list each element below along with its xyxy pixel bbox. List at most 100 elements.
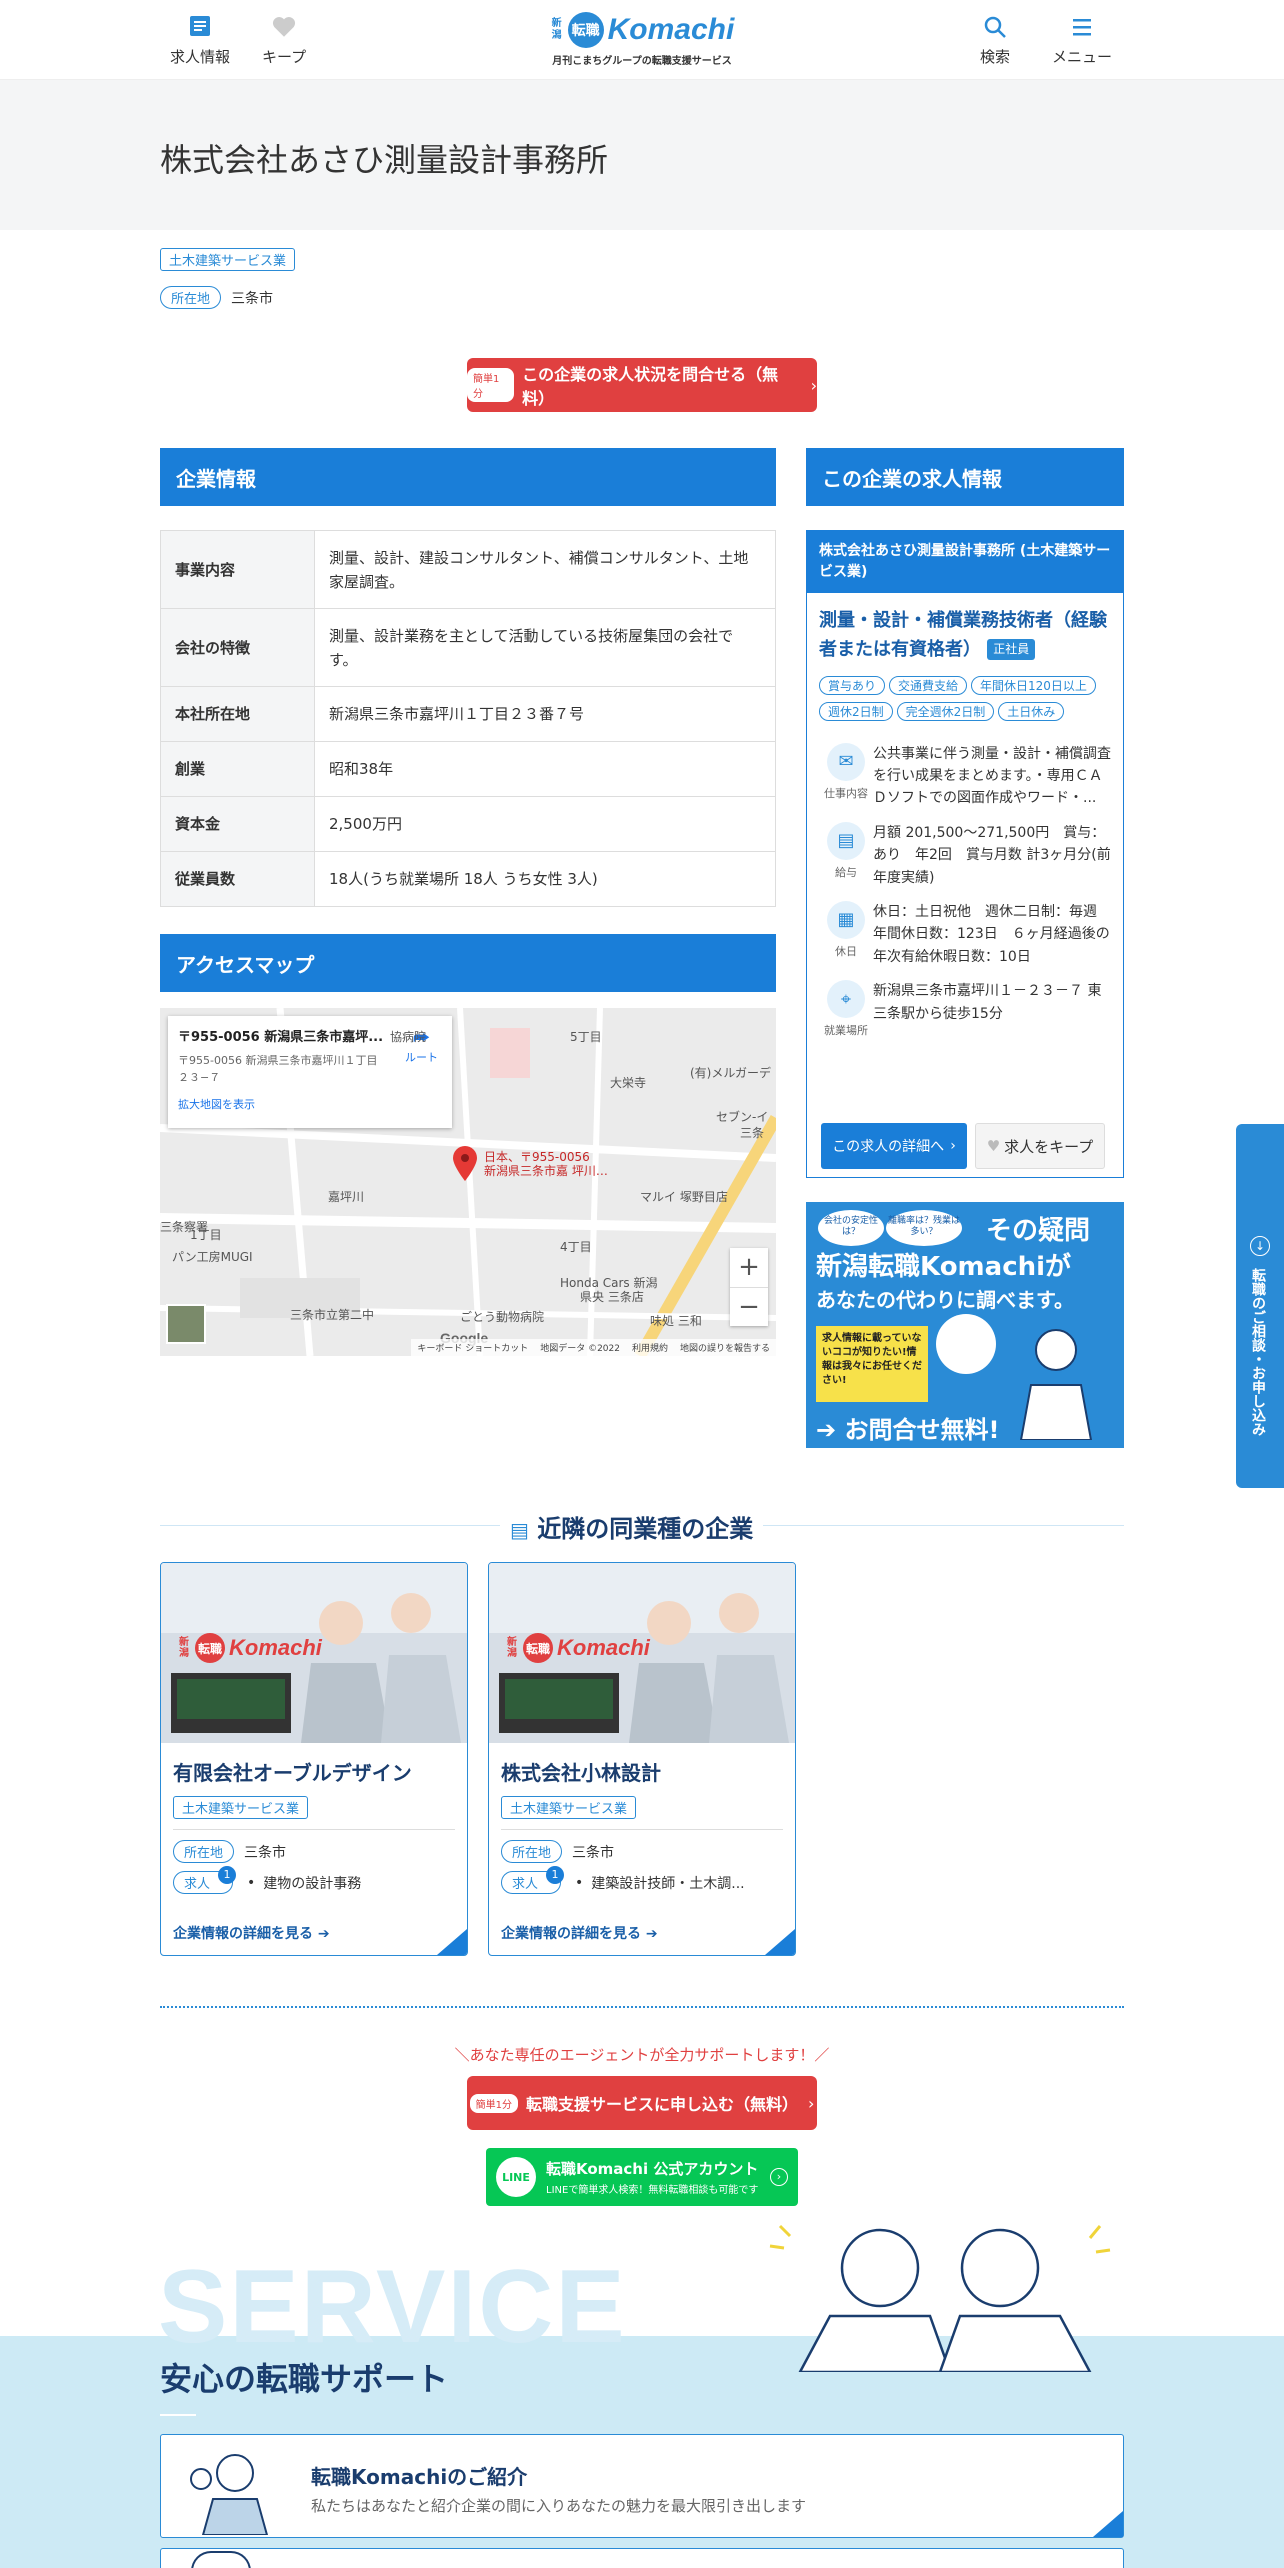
nearby-industry-tag[interactable]: 土木建築サービス業 bbox=[173, 1796, 309, 1819]
nearby-location: 所在地 三条市 bbox=[489, 1836, 795, 1867]
map-pin-icon[interactable] bbox=[452, 1146, 478, 1186]
menu-nav-button[interactable]: メニュー bbox=[1052, 14, 1112, 67]
job-card[interactable]: 株式会社あさひ測量設計事務所 (土木建築サービス業) 測量・設計・補償業務技術者… bbox=[806, 530, 1124, 1178]
map-footer-link[interactable]: キーボード ショートカット bbox=[417, 1341, 528, 1354]
info-value: 新潟県三条市嘉坪川１丁目２３番７号 bbox=[314, 686, 776, 742]
nearby-company-name: 有限会社オーブルデザイン bbox=[173, 1761, 412, 1785]
bullet: • bbox=[247, 1874, 256, 1891]
logo-circle: 転職 bbox=[567, 12, 604, 48]
access-map[interactable]: 〒955-0056 新潟県三条市嘉坪... 〒955-0056 新潟県三条市嘉坪… bbox=[160, 1008, 776, 1356]
job-detail-text: 休日：土日祝他 週休二日制：毎週 年間休日数：123日 ６ヶ月経過後の年次有給休… bbox=[873, 903, 1111, 965]
banner-line-3: あなたの代わりに調べます。 bbox=[816, 1288, 1074, 1312]
job-details: ✉ 仕事内容 公共事業に伴う測量・設計・補償調査を行い成果をまとめます。・専用ＣＡＤ… bbox=[807, 737, 1123, 1045]
map-footer-link[interactable]: 地図データ ©2022 bbox=[540, 1341, 620, 1354]
job-detail-icon-wrap: ⌖ 就業場所 bbox=[819, 980, 873, 1038]
job-detail-button[interactable]: この求人の詳細へ › bbox=[821, 1123, 967, 1169]
jobs-nav-button[interactable]: 求人情報 bbox=[170, 14, 230, 67]
map-place-label: 三条市立第二中 bbox=[290, 1308, 375, 1322]
job-feature-tag: 週休2日制 bbox=[819, 701, 893, 721]
overlay-logo-main: Komachi bbox=[557, 1635, 650, 1660]
arrow-circle-icon: ➔ bbox=[816, 1416, 837, 1444]
info-value: 昭和38年 bbox=[314, 741, 776, 797]
map-zoom-controls: + − bbox=[730, 1248, 768, 1326]
nearby-job-label: 求人 bbox=[184, 1877, 211, 1892]
job-detail-text: 新潟県三条市嘉坪川１－２３－７ 東三条駅から徒歩15分 bbox=[873, 983, 1102, 1022]
line-account-button[interactable]: LINE 転職Komachi 公式アカウント LINEで簡単求人検索！無料転職相… bbox=[486, 2148, 798, 2206]
money-icon: ▤ bbox=[827, 821, 865, 860]
banner-illustration bbox=[936, 1314, 996, 1374]
map-pin-label-2: 新潟県三条市嘉 坪川… bbox=[484, 1164, 608, 1179]
nearby-company-card[interactable]: 新潟 転職 Komachi 株式会社小林設計 土木建築サービス業 所在地 三条市 求人 1 • 建築… bbox=[488, 1562, 796, 1956]
overlay-logo-main: Komachi bbox=[229, 1635, 322, 1660]
banner-cta[interactable]: ➔ お問合せ無料! bbox=[816, 1410, 999, 1445]
cta-small-badge: 簡単1分 bbox=[467, 368, 515, 402]
logo-tagline: 月刊こまちグループの転職支援サービス bbox=[552, 56, 732, 67]
nearby-location-value: 三条市 bbox=[572, 1844, 615, 1861]
consultation-side-tab[interactable]: ↓ 転職のご相談・お申し込み bbox=[1236, 1124, 1284, 1488]
industry-tag[interactable]: 土木建築サービス業 bbox=[160, 248, 296, 271]
nearby-location-label: 所在地 bbox=[501, 1840, 563, 1863]
job-count-badge: 1 bbox=[218, 1866, 237, 1884]
line-icon: LINE bbox=[496, 2157, 536, 2197]
company-photo: 新潟 転職 Komachi bbox=[489, 1563, 795, 1743]
overlay-logo: 新潟 転職 Komachi bbox=[507, 1633, 650, 1663]
corner-arrow-icon bbox=[437, 1929, 467, 1955]
service-item-title: 転職Komachiのご紹介 bbox=[311, 2465, 528, 2489]
inquiry-banner[interactable]: 会社の安定性は？ 離職率は？残業は多い？ その疑問 新潟転職Komachiが あ… bbox=[806, 1202, 1124, 1448]
keep-job-button[interactable]: ♥ 求人をキープ bbox=[975, 1123, 1105, 1169]
job-detail-row: ⌖ 就業場所 新潟県三条市嘉坪川１－２３－７ 東三条駅から徒歩15分 bbox=[807, 974, 1123, 1044]
access-map-heading: アクセスマップ bbox=[160, 934, 776, 992]
corner-arrow-icon bbox=[765, 1929, 795, 1955]
company-name: 株式会社あさひ測量設計事務所 bbox=[160, 141, 609, 179]
keep-nav-button[interactable]: キープ bbox=[262, 14, 306, 67]
enlarge-map-link[interactable]: 拡大地図を表示 bbox=[178, 1096, 442, 1112]
banner-line-2: 新潟転職Komachiが bbox=[816, 1252, 1072, 1282]
info-key: 資本金 bbox=[160, 796, 315, 852]
service-item-intro[interactable]: 転職Komachiのご紹介 私たちはあなたと紹介企業の間に入りあなたの魅力を最大… bbox=[160, 2434, 1124, 2538]
building-icon: ▤ bbox=[510, 1518, 529, 1542]
map-pin-label-1: 日本、〒955-0056 bbox=[484, 1150, 590, 1164]
chevron-right-icon: › bbox=[950, 1138, 956, 1154]
map-place-label: (有)メルガーデ bbox=[690, 1066, 772, 1080]
map-footer-link[interactable]: 地図の誤りを報告する bbox=[680, 1341, 770, 1354]
job-detail-button-label: この求人の詳細へ bbox=[832, 1139, 945, 1155]
satellite-toggle[interactable] bbox=[166, 1304, 206, 1344]
apply-support-button[interactable]: 簡単1分 転職支援サービスに申し込む（無料） › bbox=[467, 2076, 817, 2130]
company-info-row: 創業 昭和38年 bbox=[160, 741, 776, 797]
company-info-row: 従業員数 18人(うち就業場所 18人 うち女性 3人) bbox=[160, 851, 776, 907]
cta-label: この企業の求人状況を問合せる（無料） bbox=[522, 365, 779, 408]
menu-icon bbox=[1073, 19, 1091, 36]
nearby-heading: ▤ 近隣の同業種の企業 bbox=[500, 1509, 764, 1544]
service-item-desc: 私たちはあなたと紹介企業の間に入りあなたの魅力を最大限引き出します bbox=[311, 2497, 807, 2515]
service-item-next[interactable] bbox=[160, 2548, 1124, 2568]
site-logo[interactable]: 新潟 転職 Komachi 月刊こまちグループの転職支援サービス bbox=[540, 12, 744, 72]
search-nav-button[interactable]: 検索 bbox=[980, 14, 1010, 67]
job-title[interactable]: 測量・設計・補償業務技術者（経験者または有資格者） 正社員 bbox=[807, 593, 1123, 671]
job-card-company: 株式会社あさひ測量設計事務所 (土木建築サービス業) bbox=[807, 531, 1123, 593]
info-key: 事業内容 bbox=[160, 530, 315, 609]
nearby-job-title[interactable]: 建築設計技師・土木調... bbox=[591, 1873, 744, 1893]
company-location: 所在地 三条市 bbox=[160, 286, 273, 309]
nearby-detail-link[interactable]: 企業情報の詳細を見る ➔ bbox=[173, 1923, 330, 1943]
overlay-logo: 新潟 転職 Komachi bbox=[179, 1633, 322, 1663]
map-footer-link[interactable]: 利用規約 bbox=[632, 1341, 668, 1354]
corner-arrow-icon bbox=[1093, 2511, 1123, 2537]
side-tab-label: 転職のご相談・お申し込み bbox=[1250, 1268, 1266, 1436]
service-person-illustration bbox=[179, 2445, 279, 2536]
service-bg-word: SERVICE bbox=[158, 2249, 627, 2365]
nearby-detail-link[interactable]: 企業情報の詳細を見る ➔ bbox=[501, 1923, 658, 1943]
company-info-heading-text: 企業情報 bbox=[176, 466, 256, 491]
nearby-company-card[interactable]: 新潟 転職 Komachi 有限会社オーブルデザイン 土木建築サービス業 所在地 三条市 求人… bbox=[160, 1562, 468, 1956]
job-feature-tag: 賞与あり bbox=[819, 675, 886, 695]
nearby-heading-text: 近隣の同業種の企業 bbox=[537, 1515, 754, 1543]
industry-tag-label: 土木建築サービス業 bbox=[160, 248, 296, 271]
zoom-out-button[interactable]: − bbox=[730, 1287, 768, 1326]
job-detail-label: 休日 bbox=[835, 944, 857, 958]
search-nav-label: 検索 bbox=[980, 48, 1011, 66]
inquire-job-status-button[interactable]: 簡単1分 この企業の求人状況を問合せる（無料） › bbox=[467, 358, 817, 412]
nearby-job-title[interactable]: 建物の設計事務 bbox=[263, 1873, 361, 1893]
company-info-heading: 企業情報 bbox=[160, 448, 776, 506]
zoom-in-button[interactable]: + bbox=[730, 1248, 768, 1287]
nearby-industry-tag[interactable]: 土木建築サービス業 bbox=[501, 1796, 637, 1819]
arrow-circle-icon: ➔ bbox=[317, 1926, 330, 1942]
